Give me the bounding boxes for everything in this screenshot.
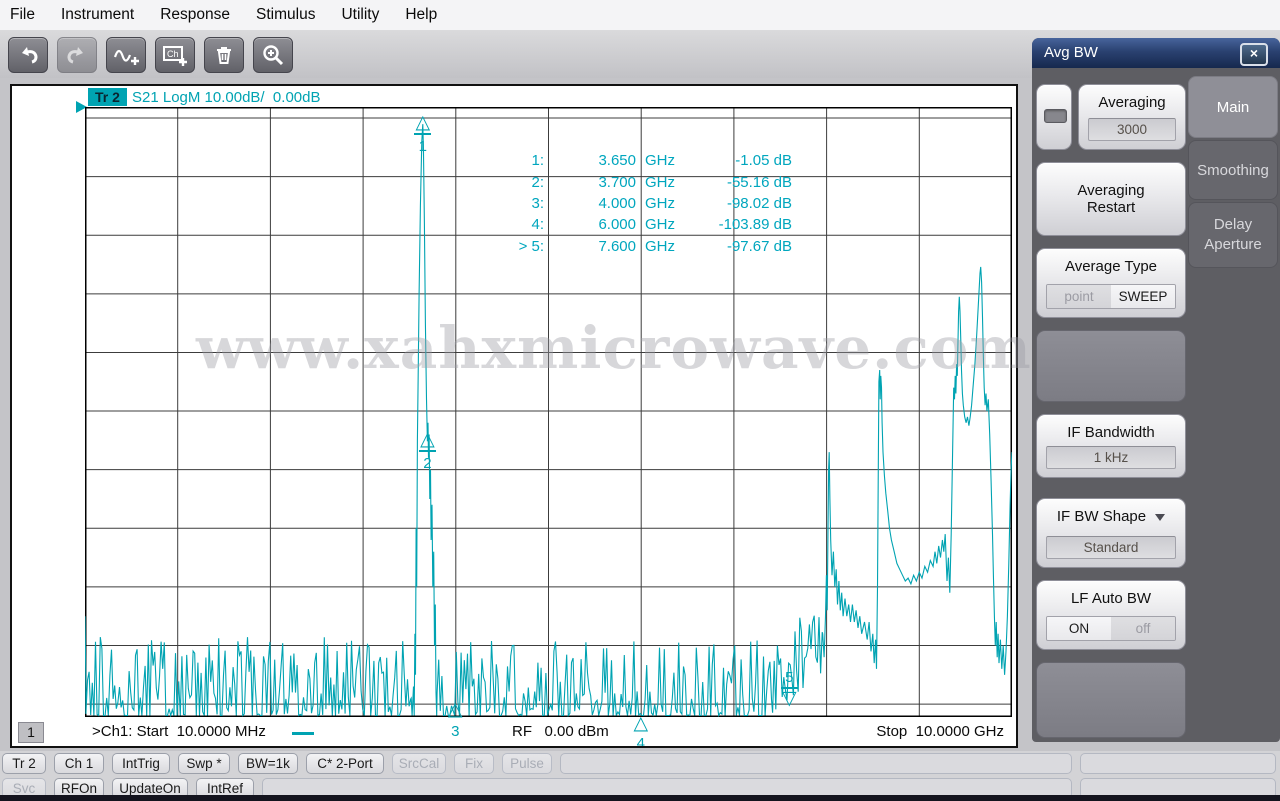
- menu-bar: File Instrument Response Stimulus Utilit…: [0, 0, 1280, 31]
- if-bandwidth-button[interactable]: IF Bandwidth 1 kHz: [1036, 414, 1186, 478]
- start-frequency-label: >Ch1: Start 10.0000 MHz: [92, 723, 266, 740]
- tab-smoothing[interactable]: Smoothing: [1188, 140, 1278, 200]
- rf-power-label: RF 0.00 dBm: [512, 723, 609, 740]
- menu-utility[interactable]: Utility: [328, 6, 392, 24]
- delete-button[interactable]: [204, 37, 244, 73]
- averaging-led-indicator: [1044, 109, 1067, 123]
- lf-auto-bw-button[interactable]: LF Auto BW ON off: [1036, 580, 1186, 650]
- avg-bw-panel: Avg BW × Averaging 3000 Averaging Restar…: [1032, 38, 1280, 742]
- lf-auto-bw-off-option[interactable]: off: [1111, 617, 1175, 640]
- delete-icon: [213, 44, 235, 66]
- channel-status-line: 1 >Ch1: Start 10.0000 MHz RF 0.00 dBm St…: [12, 719, 1016, 746]
- status-empty-slot: [1080, 753, 1276, 774]
- averaging-restart-button[interactable]: Averaging Restart: [1036, 162, 1186, 236]
- add-trace-button[interactable]: [106, 37, 146, 73]
- lf-auto-bw-toggle[interactable]: ON off: [1046, 616, 1176, 641]
- tab-delay-aperture[interactable]: Delay Aperture: [1188, 202, 1278, 268]
- marker-readout-row: 1: 3.650 GHz -1.05 dB: [531, 152, 792, 170]
- if-bandwidth-value: 1 kHz: [1046, 446, 1176, 469]
- averaging-button[interactable]: Averaging 3000: [1078, 84, 1186, 150]
- bandwidth-button[interactable]: BW=1k: [238, 753, 298, 774]
- fix-button: Fix: [454, 753, 494, 774]
- add-channel-button[interactable]: Ch: [155, 37, 195, 73]
- vna-application-window: File Instrument Response Stimulus Utilit…: [0, 0, 1280, 801]
- chart-area[interactable]: Tr 2 S21 LogM 10.00dB/ 0.00dB 1: 3.650 G…: [10, 84, 1018, 748]
- close-icon[interactable]: ×: [1240, 43, 1268, 66]
- blank-softkey: [1036, 662, 1186, 738]
- chevron-down-icon: [1155, 514, 1166, 521]
- menu-response[interactable]: Response: [147, 6, 243, 24]
- average-type-point-option[interactable]: point: [1047, 285, 1111, 308]
- add-channel-icon: Ch: [162, 43, 188, 67]
- status-button-row-1: Tr 2 Ch 1 IntTrig Swp * BW=1k C* 2-Port …: [0, 751, 1280, 776]
- if-bw-shape-value: Standard: [1046, 536, 1176, 559]
- average-type-button[interactable]: Average Type point SWEEP: [1036, 248, 1186, 318]
- sweep-button[interactable]: Swp *: [178, 753, 230, 774]
- cal-2port-button[interactable]: C* 2-Port: [306, 753, 384, 774]
- marker-readout-row: 3: 4.000 GHz -98.02 dB: [531, 194, 792, 212]
- menu-help[interactable]: Help: [392, 6, 450, 24]
- trace-color-key: [292, 732, 314, 735]
- if-bw-shape-button[interactable]: IF BW Shape Standard: [1036, 498, 1186, 568]
- status-empty-slot: [560, 753, 1072, 774]
- add-trace-icon: [113, 43, 139, 67]
- trace-badge[interactable]: Tr 2: [88, 88, 127, 106]
- tr2-button[interactable]: Tr 2: [2, 753, 46, 774]
- marker-readout-row: 2: 3.700 GHz -55.16 dB: [531, 173, 792, 191]
- average-type-toggle[interactable]: point SWEEP: [1046, 284, 1176, 309]
- svg-text:Ch: Ch: [167, 49, 179, 59]
- inttrig-button[interactable]: IntTrig: [112, 753, 170, 774]
- averaging-toggle-button[interactable]: [1036, 84, 1072, 150]
- blank-softkey: [1036, 330, 1186, 402]
- menu-stimulus[interactable]: Stimulus: [243, 6, 328, 24]
- window-bottom-edge: [0, 795, 1280, 801]
- ch1-button[interactable]: Ch 1: [54, 753, 104, 774]
- lf-auto-bw-on-option[interactable]: ON: [1047, 617, 1111, 640]
- tab-main[interactable]: Main: [1188, 76, 1278, 138]
- channel-number-badge: 1: [18, 722, 44, 743]
- marker-readout-row-active: > 5: 7.600 GHz -97.67 dB: [518, 237, 792, 255]
- pulse-button: Pulse: [502, 753, 552, 774]
- zoom-icon: [261, 43, 285, 67]
- zoom-button[interactable]: [253, 37, 293, 73]
- stop-frequency-label: Stop 10.0000 GHz: [876, 723, 1004, 740]
- marker-readout-row: 4: 6.000 GHz -103.89 dB: [531, 216, 792, 234]
- srccal-button: SrcCal: [392, 753, 446, 774]
- trace-title: S21 LogM 10.00dB/ 0.00dB: [132, 89, 321, 106]
- marker-readout: 1: 3.650 GHz -1.05 dB 2: 3.700 GHz -55.1…: [432, 150, 792, 257]
- averaging-value: 3000: [1088, 118, 1176, 141]
- average-type-sweep-option[interactable]: SWEEP: [1111, 285, 1175, 308]
